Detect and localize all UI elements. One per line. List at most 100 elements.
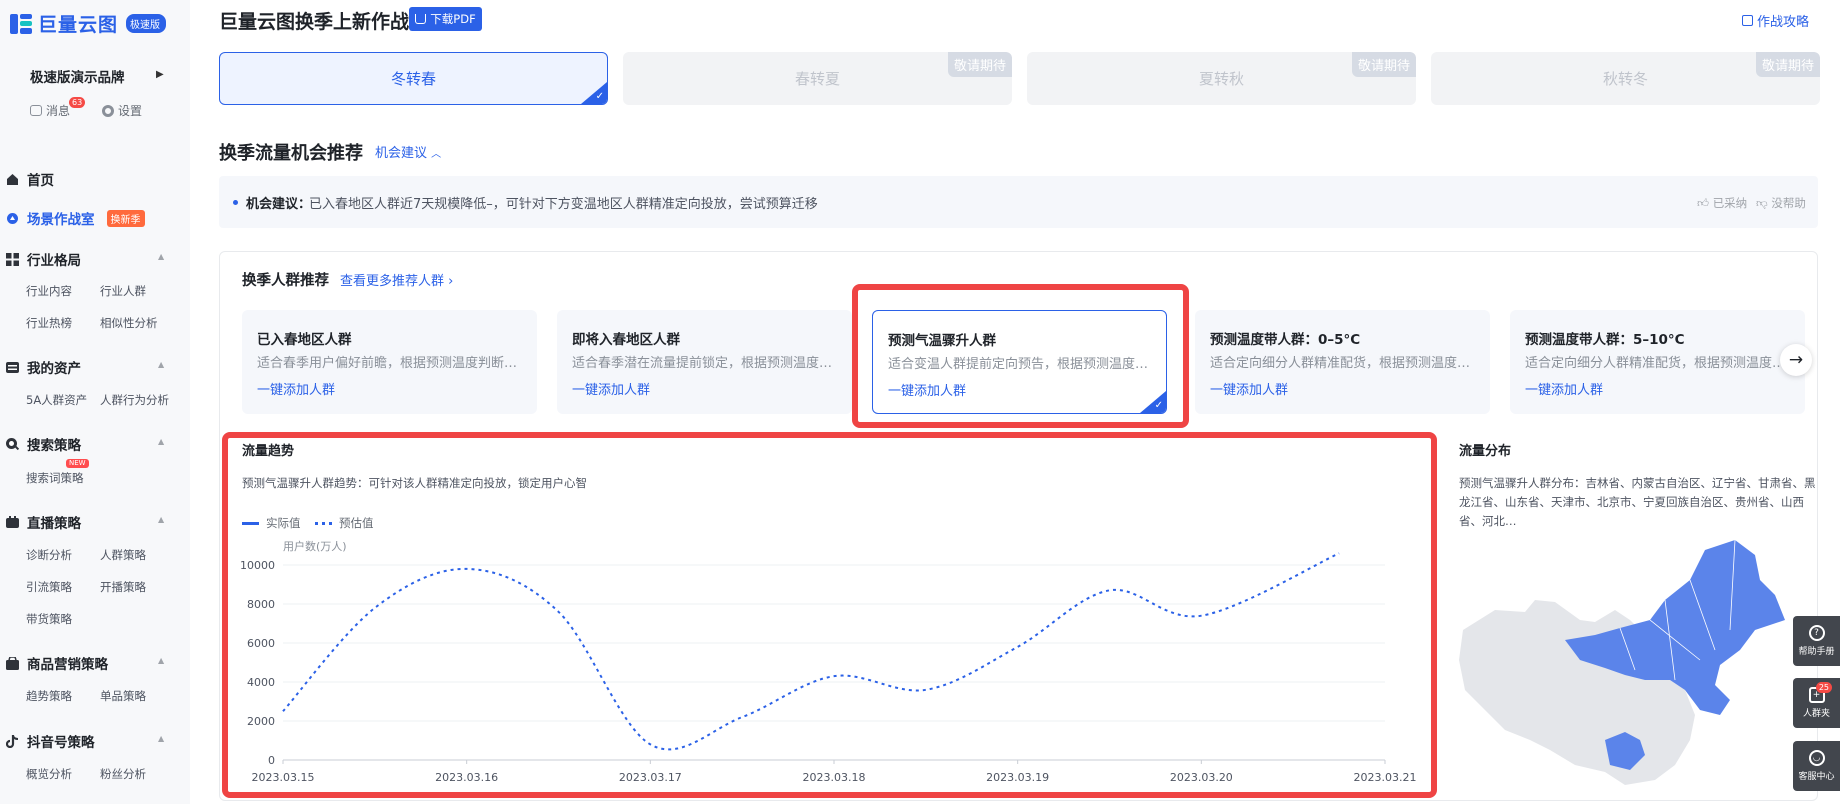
add-crowd-button[interactable]: 一键添加人群 [1525, 379, 1603, 398]
unhelpful-button[interactable]: 👎︎ 没帮助 [1756, 195, 1806, 211]
legend-forecast[interactable]: 预估值 [315, 515, 374, 531]
sidebar-item-selling[interactable]: 带货策略 [26, 611, 72, 627]
sidebar-item-similarity[interactable]: 相似性分析 [100, 315, 158, 331]
nav-industry-label: 行业格局 [27, 253, 81, 269]
service-label: 客服中心 [1798, 772, 1835, 782]
nav-live-label: 直播策略 [27, 516, 81, 532]
section-title: 换季流量机会推荐 [219, 143, 363, 164]
sidebar-item-5a-assets[interactable]: 5A人群资产 [26, 392, 87, 408]
advice-banner: 机会建议： 已入春地区人群近7天规模降低–，可针对下方变温地区人群精准定向投放，… [219, 176, 1818, 228]
settings-label: 设置 [118, 104, 143, 118]
x-tick-label: 2023.03.16 [435, 771, 498, 784]
collapse-caret-icon[interactable]: ▲ [158, 656, 164, 665]
crowd-folder-button[interactable]: + 人群夹 25 [1793, 678, 1840, 728]
question-icon: ? [1808, 625, 1825, 641]
download-pdf-label: 下载PDF [430, 12, 476, 26]
collapse-caret-icon[interactable]: ▲ [158, 437, 164, 446]
nav-industry[interactable]: 行业格局 [6, 249, 81, 269]
logo-text: 巨量云图 [38, 14, 119, 36]
tab-spring-to-summer[interactable]: 春转夏 敬请期待 [623, 52, 1012, 105]
brand-selector[interactable]: 极速版演示品牌 [30, 66, 125, 86]
trend-title: 流量趋势 [242, 444, 295, 459]
collapse-caret-icon[interactable]: ▲ [158, 252, 164, 261]
sidebar-item-diagnosis[interactable]: 诊断分析 [26, 547, 72, 563]
add-crowd-button[interactable]: 一键添加人群 [572, 379, 650, 398]
collapse-caret-icon[interactable]: ▲ [158, 360, 164, 369]
x-tick-label: 2023.03.21 [1354, 771, 1417, 784]
chevron-right-icon: › [448, 274, 454, 289]
arrow-right-icon[interactable]: → [1780, 344, 1812, 376]
nav-douyin[interactable]: 抖音号策略 [5, 731, 95, 751]
solid-line-swatch [242, 521, 259, 525]
thumb-up-icon: 👍︎ [1697, 196, 1710, 210]
nav-goods[interactable]: 商品营销策略 [6, 653, 108, 673]
customer-service-button[interactable]: ◡ 客服中心 [1793, 741, 1840, 791]
download-pdf-button[interactable]: 下载PDF [409, 7, 482, 31]
messages-link[interactable]: 消息 [30, 102, 70, 119]
nav-scene-label: 场景作战室 [27, 212, 95, 228]
nav-search[interactable]: 搜索策略 [6, 434, 81, 454]
sidebar-item-traffic[interactable]: 引流策略 [26, 579, 72, 595]
more-crowds-link[interactable]: 查看更多推荐人群 › [340, 270, 453, 289]
folder-label: 人群夹 [1802, 709, 1830, 719]
toggle-label: 机会建议 [375, 146, 428, 161]
download-icon [415, 14, 427, 24]
add-crowd-button[interactable]: 一键添加人群 [1210, 379, 1288, 398]
tab-winter-to-spring[interactable]: 冬转春 ✓ [219, 52, 608, 105]
help-manual-button[interactable]: ? 帮助手册 [1793, 616, 1840, 666]
bullet-dot [233, 200, 238, 205]
crowd-card[interactable]: 即将入春地区人群 适合春季潜在流量提前锁定，根据预测温度… 一键添加人群 [557, 310, 852, 414]
legend-actual[interactable]: 实际值 [242, 515, 301, 531]
page-title: 巨量云图换季上新作战 [219, 11, 410, 33]
sidebar-item-search-words[interactable]: 搜索词策略 [26, 470, 84, 486]
adopted-button[interactable]: 👍︎ 已采纳 [1697, 195, 1747, 211]
sidebar-item-crowd-behavior[interactable]: 人群行为分析 [100, 392, 169, 408]
x-tick-label: 2023.03.19 [986, 771, 1049, 784]
sidebar-item-trend[interactable]: 趋势策略 [26, 688, 72, 704]
sidebar-item-industry-hot[interactable]: 行业热榜 [26, 315, 72, 331]
chevron-up-icon: ︿ [431, 149, 442, 160]
nav-live[interactable]: 直播策略 [6, 512, 81, 532]
tab-label: 冬转春 [390, 70, 436, 88]
settings-link[interactable]: 设置 [102, 102, 142, 119]
logo-mark-icon [10, 13, 32, 34]
collapse-caret-icon[interactable]: ▲ [158, 515, 164, 524]
sidebar-item-single[interactable]: 单品策略 [100, 688, 146, 704]
sidebar-item-crowd-strategy[interactable]: 人群策略 [100, 547, 146, 563]
nav-scene[interactable]: 场景作战室 换新季 [6, 208, 145, 228]
folder-count-badge: 25 [1815, 682, 1832, 693]
sidebar-item-overview[interactable]: 概览分析 [26, 766, 72, 782]
new-tag: NEW [66, 459, 89, 468]
live-icon [6, 515, 19, 529]
home-icon [6, 173, 19, 186]
trend-subtitle: 预测气温骤升人群趋势：可针对该人群精准定向投放，锁定用户心智 [242, 476, 587, 490]
gear-icon [102, 104, 114, 117]
coming-soon-badge: 敬请期待 [1351, 52, 1416, 77]
crowd-card[interactable]: 预测温度带人群：5–10°C 适合定向细分人群精准配货，根据预测温度… 一键添加… [1510, 310, 1805, 414]
nav-assets[interactable]: 我的资产 [6, 357, 81, 377]
x-tick-label: 2023.03.17 [619, 771, 682, 784]
app-logo[interactable]: 巨量云图 极速版 [10, 10, 167, 37]
grid-icon [6, 252, 19, 266]
tab-autumn-to-winter[interactable]: 秋转冬 敬请期待 [1431, 52, 1820, 105]
strategy-link[interactable]: 作战攻略 [1742, 11, 1809, 30]
card-desc: 适合春季用户偏好前瞻，根据预测温度判断… [257, 356, 518, 371]
add-crowd-button[interactable]: 一键添加人群 [257, 379, 335, 398]
sidebar-item-fans[interactable]: 粉丝分析 [100, 766, 146, 782]
caret-right-icon[interactable]: ▶ [156, 69, 164, 80]
trend-chart: 用户数(万人) 0 2000 4000 6000 8000 10000 2023.03.15 2… [240, 540, 1417, 784]
sidebar-item-industry-content[interactable]: 行业内容 [26, 283, 72, 299]
opportunity-advice-toggle[interactable]: 机会建议 ︿ [375, 142, 441, 161]
crowd-card[interactable]: 预测温度带人群：0–5°C 适合定向细分人群精准配货，根据预测温度… 一键添加人… [1195, 310, 1490, 414]
calendar-icon [1742, 15, 1753, 26]
nav-home[interactable]: 首页 [6, 169, 54, 189]
nav-douyin-label: 抖音号策略 [27, 735, 95, 751]
tab-summer-to-autumn[interactable]: 夏转秋 敬请期待 [1027, 52, 1416, 105]
sidebar-item-start-live[interactable]: 开播策略 [100, 579, 146, 595]
distribution-text: 预测气温骤升人群分布：吉林省、内蒙古自治区、辽宁省、甘肃省、黑龙江省、山东省、天… [1459, 476, 1816, 528]
sidebar-item-industry-crowd[interactable]: 行业人群 [100, 283, 146, 299]
collapse-caret-icon[interactable]: ▲ [158, 734, 164, 743]
tab-label: 秋转冬 [1602, 70, 1648, 88]
crowd-card[interactable]: 已入春地区人群 适合春季用户偏好前瞻，根据预测温度判断… 一键添加人群 [242, 310, 537, 414]
unhelpful-label: 没帮助 [1771, 196, 1806, 210]
